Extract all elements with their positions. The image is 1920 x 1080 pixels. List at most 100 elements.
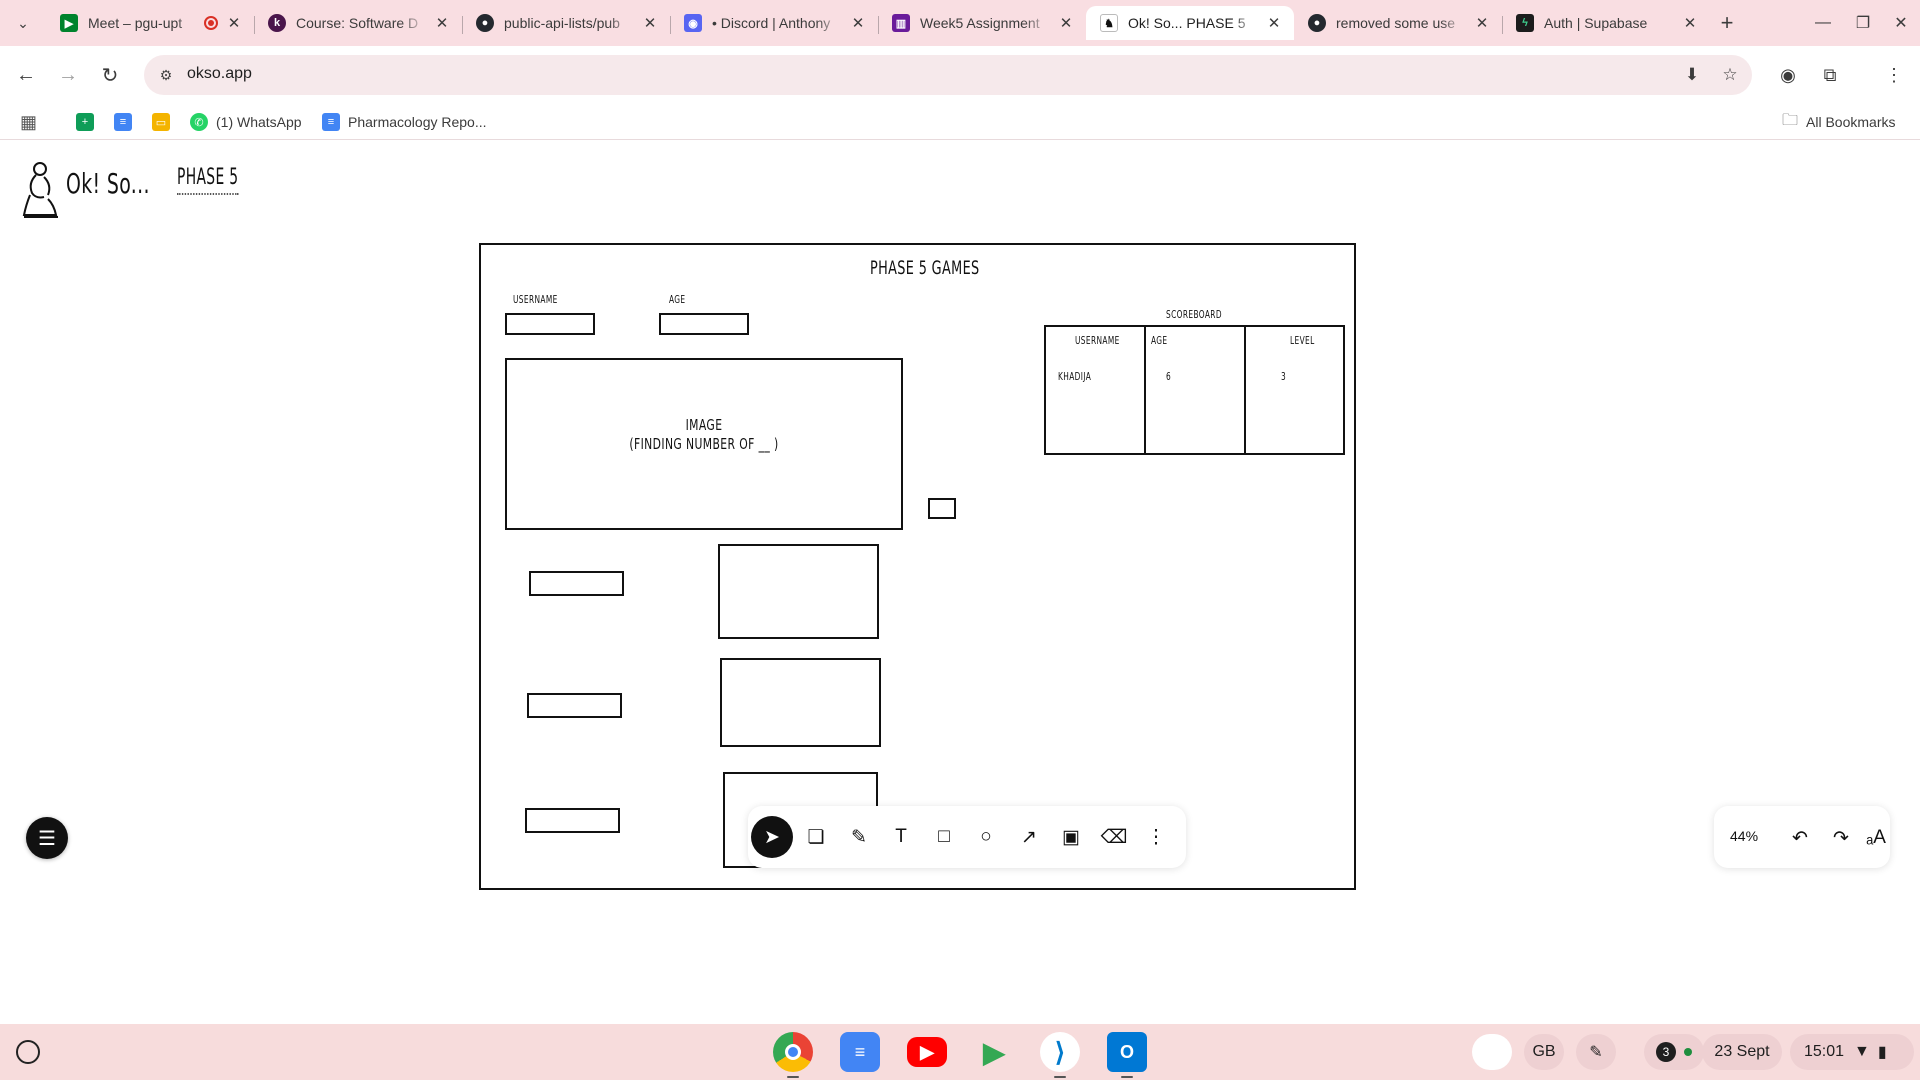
play-store-app-icon[interactable]: ▶: [974, 1032, 1014, 1072]
install-app-icon[interactable]: ⬇: [1680, 63, 1704, 87]
bookmarks-bar: ▦ + ≡ ▭ ✆ (1) WhatsApp ≡ Pharmacology Re…: [0, 104, 1920, 140]
launcher-icon[interactable]: [16, 1040, 40, 1064]
docs-app-icon[interactable]: ≡: [840, 1032, 880, 1072]
restore-icon[interactable]: ❐: [1848, 8, 1878, 38]
tab-course[interactable]: k Course: Software D ✕: [254, 6, 462, 40]
image-tool-icon[interactable]: ▣: [1052, 818, 1090, 856]
tab-supabase[interactable]: ϟ Auth | Supabase ✕: [1502, 6, 1710, 40]
github-icon: ●: [1308, 14, 1326, 32]
undo-icon[interactable]: ↶: [1786, 824, 1814, 852]
vscode-app-icon[interactable]: ⟩: [1040, 1032, 1080, 1078]
chrome-menu-icon[interactable]: ⋮: [1878, 59, 1910, 91]
answer-image-box-1[interactable]: [718, 544, 879, 639]
extensions-puzzle-icon[interactable]: ⧉: [1814, 59, 1846, 91]
site-info-icon[interactable]: ⚙: [154, 63, 178, 87]
pen-tool-icon[interactable]: ✎: [840, 818, 878, 856]
close-tab-icon[interactable]: ✕: [432, 13, 452, 33]
ellipse-tool-icon[interactable]: ○: [967, 818, 1005, 856]
username-input-box[interactable]: [505, 313, 595, 335]
hamburger-icon: ☰: [38, 827, 56, 850]
frame-tool-icon[interactable]: ❏: [797, 818, 835, 856]
forward-icon[interactable]: →: [52, 59, 84, 91]
bookmark-sheets[interactable]: +: [76, 110, 102, 134]
board-name[interactable]: PHASE 5: [177, 165, 239, 195]
arrow-tool-icon[interactable]: ↗: [1010, 818, 1048, 856]
account-avatar[interactable]: [1472, 1034, 1512, 1070]
close-window-icon[interactable]: ✕: [1886, 8, 1916, 38]
all-bookmarks[interactable]: 🗀 All Bookmarks: [1782, 110, 1895, 134]
profile-extension-icon[interactable]: ◉: [1772, 59, 1804, 91]
zoom-level[interactable]: 44%: [1730, 828, 1758, 844]
status-area[interactable]: 15:01 ▼ ▮: [1790, 1034, 1914, 1070]
zoom-controls: 44% ↶ ↷ ₐA: [1714, 806, 1890, 868]
bookmark-star-icon[interactable]: ☆: [1718, 63, 1742, 87]
answer-option-box-1[interactable]: [529, 571, 624, 596]
image-placeholder-box[interactable]: IMAGE (FINDING NUMBER OF __ ): [505, 358, 903, 530]
scoreboard-header-age: AGE: [1151, 334, 1168, 347]
tab-public-api-lists[interactable]: ● public-api-lists/pub ✕: [462, 6, 670, 40]
close-tab-icon[interactable]: ✕: [1264, 13, 1284, 33]
tab-meet[interactable]: ▶ Meet – pgu-upt ✕: [46, 6, 254, 40]
more-tools-icon[interactable]: ⋮: [1137, 818, 1175, 856]
tab-discord[interactable]: ◉ • Discord | Anthony ✕: [670, 6, 878, 40]
outlook-app-icon[interactable]: O: [1107, 1032, 1147, 1078]
bookmark-whatsapp[interactable]: ✆ (1) WhatsApp: [190, 110, 302, 134]
docs-icon: ≡: [322, 113, 340, 131]
text-tool-icon[interactable]: T: [882, 818, 920, 856]
back-icon[interactable]: ←: [10, 59, 42, 91]
bookmark-pharmacology[interactable]: ≡ Pharmacology Repo...: [322, 110, 487, 134]
chrome-app-icon[interactable]: [773, 1032, 813, 1078]
text-style-icon[interactable]: ₐA: [1862, 824, 1890, 852]
close-tab-icon[interactable]: ✕: [224, 13, 244, 33]
tab-week5-assignment[interactable]: ▥ Week5 Assignment ✕: [878, 6, 1086, 40]
battery-icon: ▮: [1877, 1044, 1887, 1061]
tab-github-removed[interactable]: ● removed some use ✕: [1294, 6, 1502, 40]
notifications-tray[interactable]: 3: [1644, 1034, 1704, 1070]
scoreboard-header-username: USERNAME: [1075, 334, 1120, 347]
input-method[interactable]: GB: [1524, 1034, 1564, 1070]
folder-icon: 🗀: [1782, 111, 1799, 129]
bookmark-docs[interactable]: ≡: [114, 110, 140, 134]
tab-search-chevron-icon[interactable]: ⌄: [10, 10, 36, 36]
redo-icon[interactable]: ↷: [1827, 824, 1855, 852]
apps-grid-icon[interactable]: ▦: [20, 110, 37, 134]
bookmark-slides[interactable]: ▭: [152, 110, 178, 134]
close-tab-icon[interactable]: ✕: [1056, 13, 1076, 33]
answer-option-box-3[interactable]: [525, 808, 620, 833]
close-tab-icon[interactable]: ✕: [1472, 13, 1492, 33]
main-menu-button[interactable]: ☰: [26, 817, 68, 859]
date-tray[interactable]: 23 Sept: [1702, 1034, 1782, 1070]
answer-option-box-2[interactable]: [527, 693, 622, 718]
image-text-line2: (FINDING NUMBER OF __ ): [629, 435, 779, 453]
minimize-icon[interactable]: —: [1808, 8, 1838, 38]
close-tab-icon[interactable]: ✕: [848, 13, 868, 33]
age-input-box[interactable]: [659, 313, 749, 335]
okso-icon: ♞: [1100, 14, 1118, 32]
youtube-app-icon[interactable]: ▶: [907, 1037, 947, 1067]
scoreboard-cell-level: 3: [1281, 370, 1287, 383]
reload-icon[interactable]: ↻: [94, 59, 126, 91]
okso-canvas[interactable]: Ok! So... PHASE 5 PHASE 5 GAMES USERNAME…: [0, 141, 1920, 1024]
wifi-icon: ▼: [1854, 1043, 1870, 1060]
username-label: USERNAME: [513, 293, 558, 306]
docs-icon: ≡: [114, 113, 132, 131]
url-text[interactable]: okso.app: [187, 65, 252, 83]
os-shelf: ≡ ▶ ▶ ⟩ O GB ✎ 3 23 Sept 15:01 ▼ ▮: [0, 1024, 1920, 1080]
new-tab-icon[interactable]: +: [1714, 10, 1740, 36]
select-tool-icon[interactable]: ➤: [751, 816, 793, 858]
small-box[interactable]: [928, 498, 956, 519]
close-tab-icon[interactable]: ✕: [640, 13, 660, 33]
address-bar[interactable]: ⚙ okso.app ⬇ ☆: [144, 55, 1752, 95]
recording-icon: [204, 16, 218, 30]
notification-count: 3: [1656, 1042, 1676, 1062]
scoreboard-title: SCOREBOARD: [1166, 308, 1222, 321]
course-icon: k: [268, 14, 286, 32]
answer-image-box-2[interactable]: [720, 658, 881, 747]
eraser-tool-icon[interactable]: ⌫: [1095, 818, 1133, 856]
rectangle-tool-icon[interactable]: □: [925, 818, 963, 856]
brand-title: Ok! So...: [66, 167, 150, 200]
stylus-pen-icon[interactable]: ✎: [1576, 1034, 1616, 1070]
thinker-logo-icon[interactable]: [18, 159, 62, 221]
close-tab-icon[interactable]: ✕: [1680, 13, 1700, 33]
tab-okso-active[interactable]: ♞ Ok! So... PHASE 5 ✕: [1086, 6, 1294, 40]
